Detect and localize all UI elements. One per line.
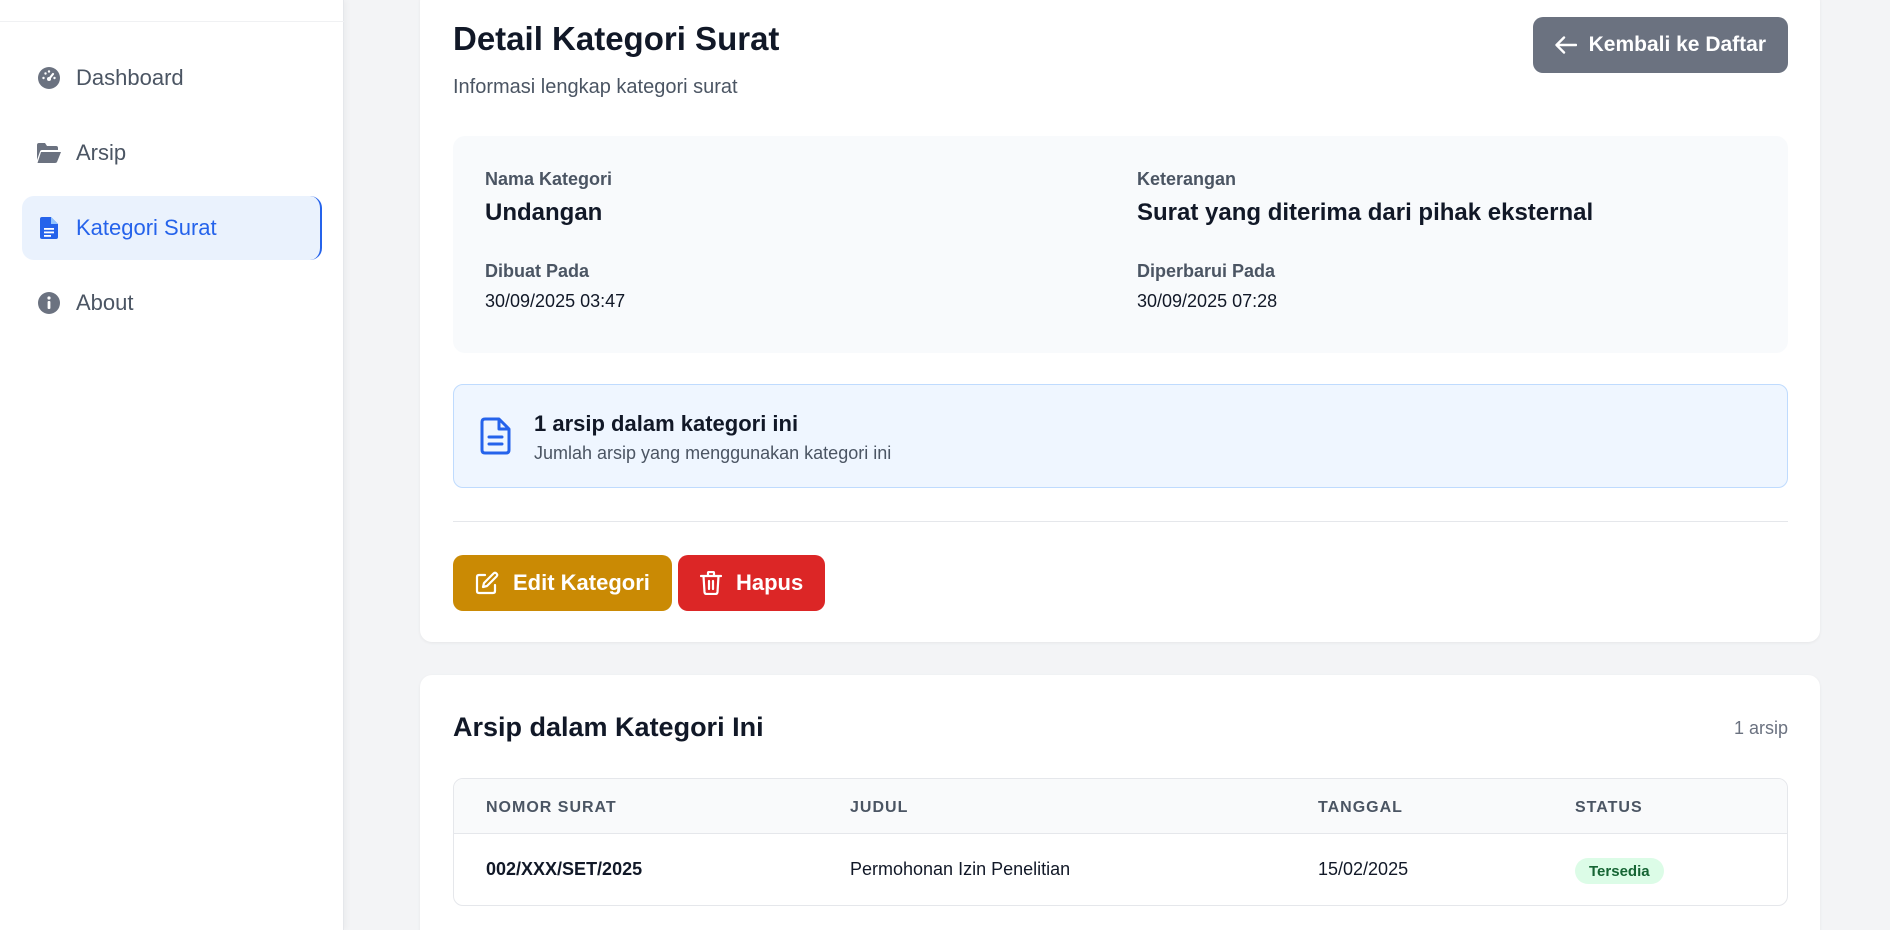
cell-judul: Permohonan Izin Penelitian: [850, 859, 1071, 879]
sidebar: Dashboard Arsip Kategori Surat About: [0, 0, 344, 930]
table-row[interactable]: 002/XXX/SET/2025 Permohonan Izin Penelit…: [454, 835, 1787, 905]
back-button-label: Kembali ke Daftar: [1588, 33, 1766, 56]
delete-button[interactable]: Hapus: [678, 555, 826, 611]
page-subtitle: Informasi lengkap kategori surat: [453, 76, 738, 98]
sidebar-item-label: Arsip: [76, 140, 127, 165]
sidebar-item-about[interactable]: About: [22, 271, 322, 335]
diperbarui-pada-label: Diperbarui Pada: [1137, 261, 1276, 281]
dashboard-gauge-icon: [36, 65, 62, 91]
page-title: Detail Kategori Surat: [453, 20, 780, 57]
divider: [453, 521, 1788, 522]
document-outline-icon: [480, 417, 512, 460]
edit-button-label: Edit Kategori: [513, 570, 650, 595]
sidebar-item-label: About: [76, 290, 134, 315]
archive-list-card: Arsip dalam Kategori Ini 1 arsip NOMOR S…: [420, 675, 1820, 930]
column-header-nomor-surat: NOMOR SURAT: [486, 799, 617, 816]
column-header-judul: JUDUL: [850, 799, 909, 816]
archive-count: 1 arsip: [1733, 718, 1788, 738]
edit-icon: [475, 571, 499, 595]
archive-section-title: Arsip dalam Kategori Ini: [453, 712, 764, 742]
notice-title: 1 arsip dalam kategori ini: [534, 411, 799, 436]
nama-kategori-value: Undangan: [485, 199, 603, 226]
delete-button-label: Hapus: [736, 570, 804, 595]
sidebar-divider: [0, 21, 344, 22]
cell-nomor-surat: 002/XXX/SET/2025: [486, 859, 643, 879]
archive-count-notice: 1 arsip dalam kategori ini Jumlah arsip …: [453, 384, 1788, 488]
table-header: NOMOR SURAT JUDUL TANGGAL STATUS: [454, 779, 1787, 834]
sidebar-item-label: Dashboard: [76, 65, 184, 90]
archive-table: NOMOR SURAT JUDUL TANGGAL STATUS 002/XXX…: [453, 778, 1788, 906]
sidebar-item-kategori-surat[interactable]: Kategori Surat: [22, 196, 322, 260]
status-badge: Tersedia: [1575, 858, 1664, 884]
category-info-panel: Nama Kategori Undangan Keterangan Surat …: [453, 136, 1788, 353]
dibuat-pada-field: Dibuat Pada 30/09/2025 03:47: [485, 261, 625, 312]
sidebar-item-arsip[interactable]: Arsip: [22, 121, 322, 185]
document-icon: [36, 215, 62, 241]
nama-kategori-label: Nama Kategori: [485, 169, 613, 189]
keterangan-value: Surat yang diterima dari pihak eksternal: [1137, 199, 1594, 226]
category-detail-card: Detail Kategori Surat Informasi lengkap …: [420, 0, 1820, 642]
info-circle-icon: [36, 290, 62, 316]
keterangan-field: Keterangan Surat yang diterima dari piha…: [1137, 169, 1593, 227]
back-to-list-button[interactable]: Kembali ke Daftar: [1532, 17, 1788, 73]
edit-category-button[interactable]: Edit Kategori: [453, 555, 672, 611]
dibuat-pada-value: 30/09/2025 03:47: [485, 291, 626, 311]
diperbarui-pada-value: 30/09/2025 07:28: [1137, 291, 1278, 311]
cell-tanggal: 15/02/2025: [1318, 859, 1409, 879]
column-header-tanggal: TANGGAL: [1318, 799, 1403, 816]
column-header-status: STATUS: [1575, 799, 1643, 816]
arrow-left-icon: [1554, 36, 1577, 54]
dibuat-pada-label: Dibuat Pada: [485, 261, 590, 281]
sidebar-item-label: Kategori Surat: [76, 215, 217, 240]
sidebar-item-dashboard[interactable]: Dashboard: [22, 46, 322, 110]
folder-open-icon: [36, 140, 62, 166]
trash-icon: [700, 571, 722, 595]
notice-description: Jumlah arsip yang menggunakan kategori i…: [534, 443, 892, 463]
nama-kategori-field: Nama Kategori Undangan: [485, 169, 612, 227]
keterangan-label: Keterangan: [1137, 169, 1237, 189]
diperbarui-pada-field: Diperbarui Pada 30/09/2025 07:28: [1137, 261, 1277, 312]
